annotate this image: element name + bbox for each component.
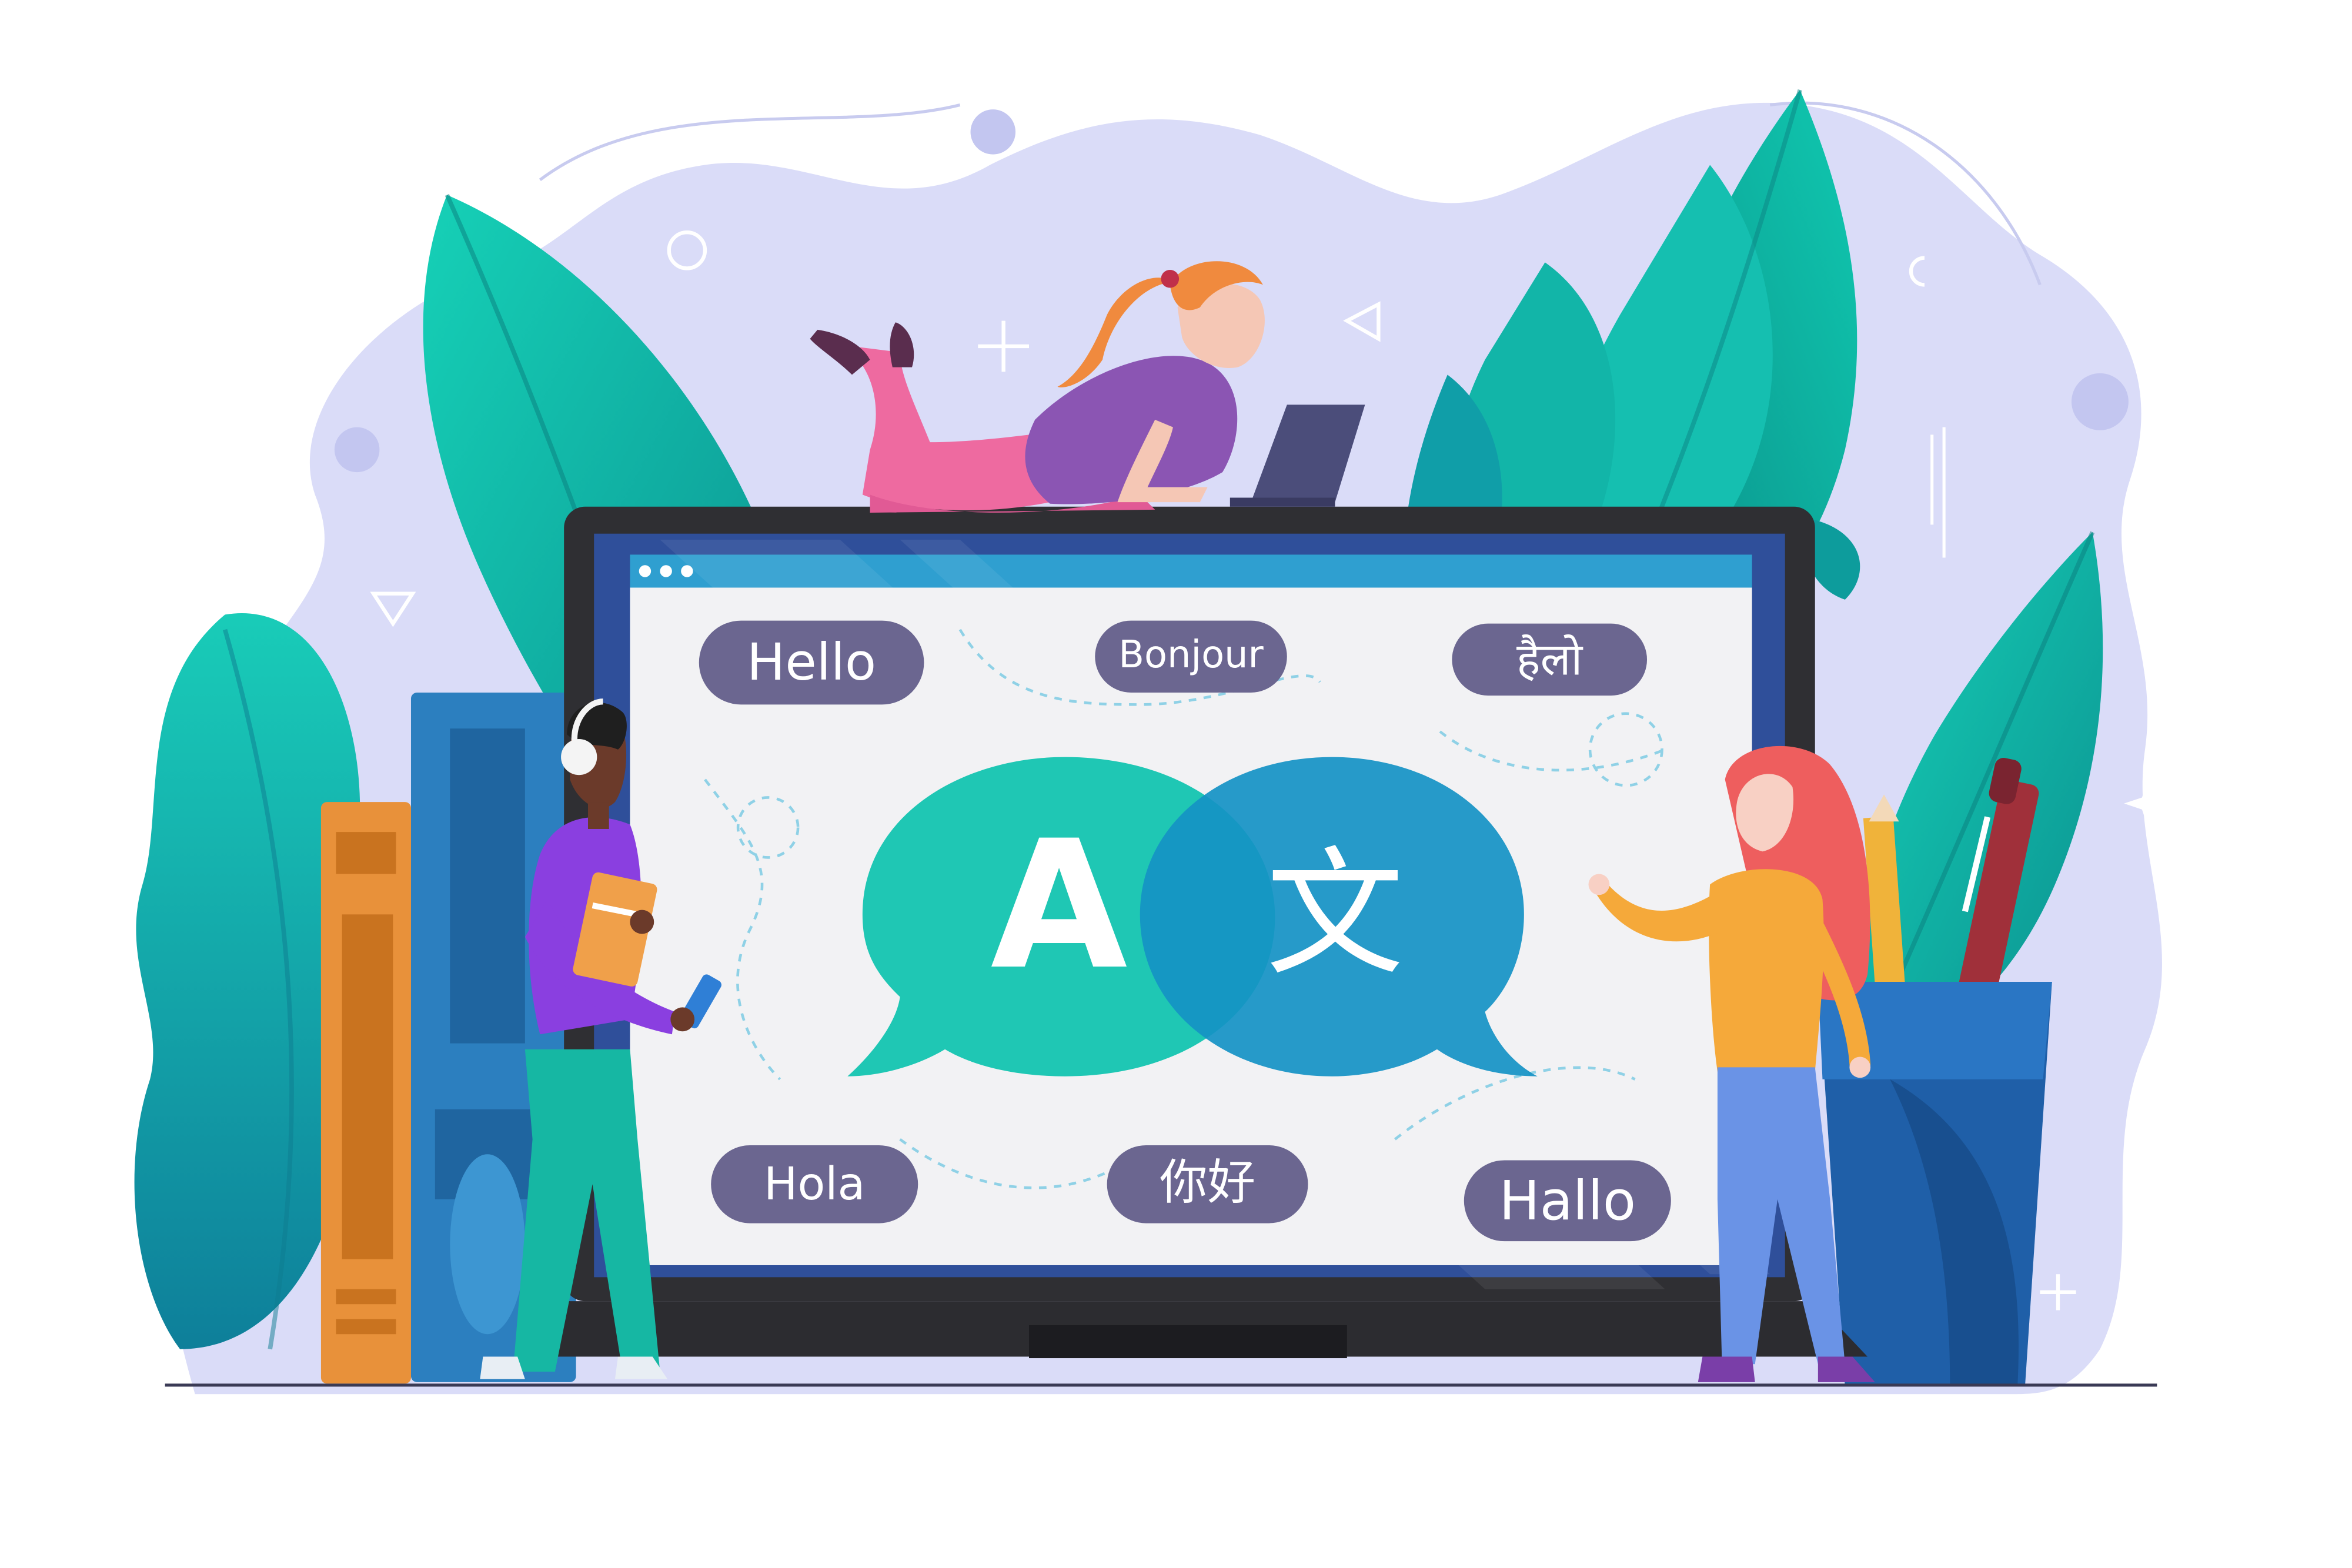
greeting-label: हैलो: [1516, 633, 1583, 686]
greeting-label: 你好: [1160, 1155, 1255, 1211]
greeting-pill: Hello: [699, 620, 924, 705]
translation-bubbles: A 文: [847, 757, 1538, 1076]
bubble-glyph-chinese: 文: [1266, 834, 1404, 995]
greeting-pill: Bonjour: [1095, 620, 1287, 693]
greeting-label: Hola: [764, 1158, 866, 1211]
greeting-pill: हैलो: [1452, 623, 1648, 696]
greeting-label: Hello: [747, 633, 876, 692]
bubble-glyph-latin: A: [991, 803, 1129, 1008]
greeting-pill: Hola: [711, 1145, 918, 1223]
greeting-pill: 你好: [1107, 1145, 1308, 1223]
greeting-label: Hallo: [1499, 1169, 1636, 1232]
greeting-label: Bonjour: [1118, 633, 1264, 677]
window-dots-icon: [639, 565, 693, 577]
illustration-canvas: A 文 Hello Bonjour हैलो Hola 你好 Hallo: [134, 89, 2172, 1395]
greeting-pill: Hallo: [1464, 1160, 1671, 1242]
